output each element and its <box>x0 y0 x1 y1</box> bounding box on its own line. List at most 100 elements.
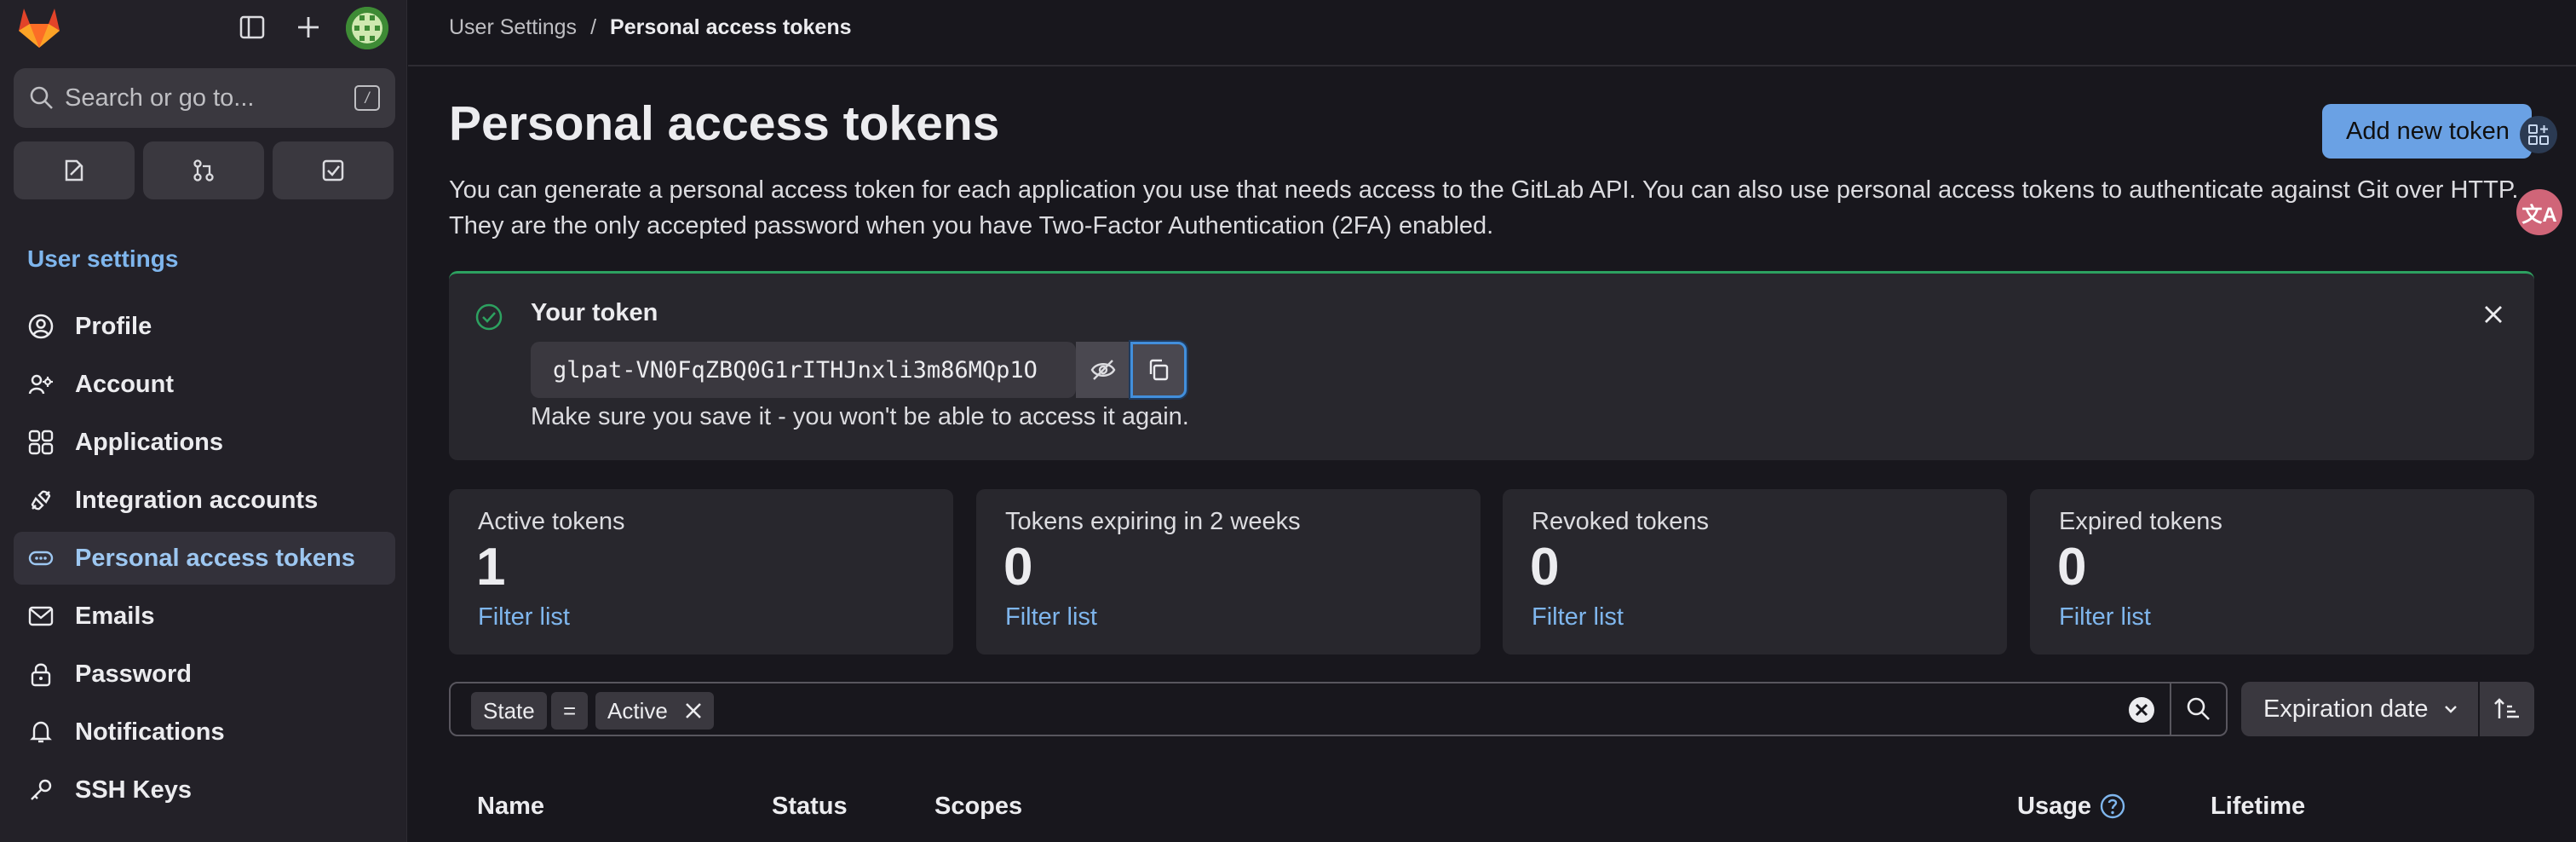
toggle-visibility-button[interactable] <box>1076 342 1130 398</box>
column-header-usage[interactable]: Usage <box>2017 793 2091 821</box>
stat-label: Active tokens <box>478 508 625 535</box>
stat-value: 0 <box>1003 538 1033 597</box>
add-new-token-button[interactable]: Add new token <box>2322 104 2532 159</box>
profile-icon <box>27 313 55 340</box>
sidebar-item-emails[interactable]: Emails <box>14 590 395 643</box>
page-title: Personal access tokens <box>449 96 1000 151</box>
breadcrumb-separator: / <box>590 15 597 39</box>
sidebar-item-label: SSH Keys <box>75 776 193 804</box>
breadcrumb: User Settings / Personal access tokens <box>449 15 852 40</box>
sidebar-item-label: Profile <box>75 312 152 340</box>
filter-list-link[interactable]: Filter list <box>478 603 570 632</box>
column-header-name[interactable]: Name <box>477 793 544 821</box>
sidebar-item-notifications[interactable]: Notifications <box>14 706 395 758</box>
extension-widget-icon[interactable] <box>2520 116 2557 153</box>
translate-icon[interactable]: 文A <box>2516 189 2562 235</box>
filter-operator-chip[interactable]: = <box>551 692 589 730</box>
eye-slash-icon <box>1090 356 1117 384</box>
token-icon <box>27 545 55 572</box>
sidebar-item-profile[interactable]: Profile <box>14 300 395 353</box>
account-icon <box>27 371 55 398</box>
stat-label: Expired tokens <box>2059 508 2222 535</box>
chevron-down-icon <box>2442 701 2459 718</box>
token-alert: Your token glpat-VN0FqZBQ0G1rITHJnxli3m8… <box>449 271 2534 460</box>
mail-icon <box>27 603 55 630</box>
filter-list-link[interactable]: Filter list <box>1005 603 1097 632</box>
user-avatar[interactable] <box>346 7 388 49</box>
sidebar-item-label: Integration accounts <box>75 486 319 514</box>
stat-revoked-tokens: Revoked tokens 0 Filter list <box>1503 489 2007 655</box>
copy-token-button[interactable] <box>1130 342 1187 398</box>
merge-requests-button[interactable] <box>143 141 264 199</box>
sidebar-topbar <box>0 0 407 55</box>
stat-label: Tokens expiring in 2 weeks <box>1005 508 1301 535</box>
search-icon <box>29 85 55 111</box>
sidebar-item-label: Password <box>75 660 192 688</box>
sidebar-item-integration-accounts[interactable]: Integration accounts <box>14 474 395 527</box>
token-hint: Make sure you save it - you won't be abl… <box>531 403 1189 430</box>
stat-expired-tokens: Expired tokens 0 Filter list <box>2030 489 2534 655</box>
search-placeholder: Search or go to... <box>65 84 255 112</box>
column-header-status[interactable]: Status <box>772 793 848 821</box>
sort-label: Expiration date <box>2263 695 2429 723</box>
sidebar-item-label: Emails <box>75 602 155 630</box>
sidebar-item-personal-access-tokens[interactable]: Personal access tokens <box>14 532 395 585</box>
sidebar: Search or go to... / User settings Profi… <box>0 0 407 842</box>
key-icon <box>27 776 55 804</box>
filter-search-input[interactable]: State = Active <box>449 682 2171 736</box>
filter-value-label: Active <box>607 697 668 724</box>
stat-value: 1 <box>476 538 506 597</box>
lock-icon <box>27 660 55 688</box>
sidebar-item-account[interactable]: Account <box>14 358 395 411</box>
sort-ascending-icon <box>2493 696 2521 722</box>
column-header-scopes[interactable]: Scopes <box>934 793 1022 821</box>
stat-label: Revoked tokens <box>1532 508 1709 535</box>
clear-filter-icon[interactable] <box>2127 695 2156 724</box>
breadcrumb-user-settings[interactable]: User Settings <box>449 15 577 40</box>
stat-expiring-tokens: Tokens expiring in 2 weeks 0 Filter list <box>976 489 1481 655</box>
search-icon <box>2186 696 2211 722</box>
sidebar-item-password[interactable]: Password <box>14 648 395 701</box>
sidebar-item-label: Applications <box>75 428 224 456</box>
sidebar-item-label: Notifications <box>75 718 225 746</box>
applications-icon <box>27 429 55 456</box>
close-icon[interactable] <box>2481 303 2505 326</box>
remove-filter-icon[interactable] <box>683 701 704 721</box>
page-header: User Settings / Personal access tokens <box>408 0 2576 66</box>
sidebar-item-ssh-keys[interactable]: SSH Keys <box>14 764 395 816</box>
todo-icon <box>320 158 346 183</box>
sidebar-item-label: Personal access tokens <box>75 544 355 572</box>
filter-search-button[interactable] <box>2171 682 2228 736</box>
filter-list-link[interactable]: Filter list <box>1532 603 1624 632</box>
page-description: You can generate a personal access token… <box>449 176 2519 239</box>
issues-button[interactable] <box>14 141 135 199</box>
sidebar-item-applications[interactable]: Applications <box>14 416 395 469</box>
stat-value: 0 <box>2057 538 2087 597</box>
toggle-sidebar-icon[interactable] <box>233 9 271 46</box>
breadcrumb-current[interactable]: Personal access tokens <box>610 15 852 40</box>
search-input[interactable]: Search or go to... / <box>14 68 395 128</box>
filter-list-link[interactable]: Filter list <box>2059 603 2151 632</box>
search-shortcut-badge: / <box>354 85 380 111</box>
success-check-icon <box>474 303 503 332</box>
gitlab-logo-icon[interactable] <box>15 5 68 49</box>
integration-icon <box>27 487 55 514</box>
sidebar-item-label: Account <box>75 370 174 398</box>
help-icon[interactable] <box>2099 793 2126 820</box>
token-alert-title: Your token <box>531 299 658 326</box>
todo-button[interactable] <box>273 141 394 199</box>
sort-dropdown[interactable]: Expiration date <box>2241 682 2478 736</box>
issues-icon <box>61 158 87 183</box>
token-value-field[interactable]: glpat-VN0FqZBQ0G1rITHJnxli3m86MQp1O <box>531 342 1076 398</box>
filter-value-chip[interactable]: Active <box>595 692 714 730</box>
create-new-icon[interactable] <box>290 9 327 46</box>
copy-icon <box>1146 357 1171 383</box>
stat-active-tokens: Active tokens 1 Filter list <box>449 489 953 655</box>
column-header-lifetime[interactable]: Lifetime <box>2211 793 2305 821</box>
sidebar-section-title[interactable]: User settings <box>27 245 178 273</box>
merge-request-icon <box>191 158 216 183</box>
stat-value: 0 <box>1530 538 1560 597</box>
filter-field-chip[interactable]: State <box>471 692 547 730</box>
sort-direction-button[interactable] <box>2480 682 2534 736</box>
bell-icon <box>27 718 55 746</box>
